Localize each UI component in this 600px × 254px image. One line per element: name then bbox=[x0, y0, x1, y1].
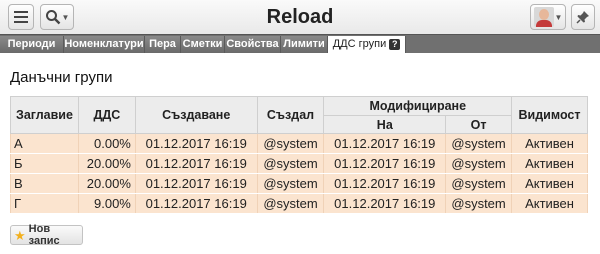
cell-modified-on: 01.12.2017 16:19 bbox=[323, 193, 447, 214]
cell-title[interactable]: Г bbox=[10, 193, 79, 214]
cell-creator[interactable]: @system bbox=[256, 173, 325, 194]
column-header-modified-by[interactable]: От bbox=[445, 115, 513, 134]
tab-properties[interactable]: Свойства bbox=[225, 36, 281, 53]
pin-button[interactable] bbox=[571, 4, 595, 30]
table-row[interactable]: Г 9.00% 01.12.2017 16:19 @system 01.12.2… bbox=[10, 193, 588, 214]
table-row[interactable]: А 0.00% 01.12.2017 16:19 @system 01.12.2… bbox=[10, 133, 588, 154]
cell-modified-on: 01.12.2017 16:19 bbox=[323, 133, 447, 154]
cell-modified-on: 01.12.2017 16:19 bbox=[323, 173, 447, 194]
cell-created: 01.12.2017 16:19 bbox=[134, 153, 258, 174]
cell-created: 01.12.2017 16:19 bbox=[134, 173, 258, 194]
tab-limits[interactable]: Лимити bbox=[281, 36, 328, 53]
tab-nomenclatures[interactable]: Номенклатури bbox=[64, 36, 145, 53]
new-record-label: Нов запис bbox=[28, 223, 60, 247]
cell-visibility: Активен bbox=[511, 193, 588, 214]
column-header-creator[interactable]: Създал bbox=[256, 96, 325, 134]
column-header-title[interactable]: Заглавие bbox=[10, 96, 79, 134]
cell-vat: 0.00% bbox=[77, 133, 136, 154]
cell-created: 01.12.2017 16:19 bbox=[134, 193, 258, 214]
cell-modified-by[interactable]: @system bbox=[445, 173, 513, 194]
tab-vat-groups-label: ДДС групи bbox=[332, 38, 387, 50]
cell-modified-by[interactable]: @system bbox=[445, 153, 513, 174]
chevron-down-icon: ▼ bbox=[554, 12, 563, 22]
cell-modified-on: 01.12.2017 16:19 bbox=[323, 153, 447, 174]
vat-groups-table: Заглавие ДДС Създаване Създал Модифицира… bbox=[10, 96, 588, 214]
help-icon[interactable]: ? bbox=[389, 39, 401, 50]
cell-visibility: Активен bbox=[511, 173, 588, 194]
table-row[interactable]: Б 20.00% 01.12.2017 16:19 @system 01.12.… bbox=[10, 153, 588, 174]
column-header-visibility[interactable]: Видимост bbox=[511, 96, 588, 134]
tab-periods[interactable]: Периоди bbox=[0, 36, 64, 53]
cell-created: 01.12.2017 16:19 bbox=[134, 133, 258, 154]
cell-vat: 20.00% bbox=[77, 173, 136, 194]
tab-accounts[interactable]: Сметки bbox=[181, 36, 225, 53]
column-header-created[interactable]: Създаване bbox=[134, 96, 258, 134]
cell-creator[interactable]: @system bbox=[256, 193, 325, 214]
cell-title[interactable]: Б bbox=[10, 153, 79, 174]
cell-creator[interactable]: @system bbox=[256, 133, 325, 154]
cell-title[interactable]: В bbox=[10, 173, 79, 194]
cell-visibility: Активен bbox=[511, 133, 588, 154]
cell-visibility: Активен bbox=[511, 153, 588, 174]
column-header-vat[interactable]: ДДС bbox=[77, 96, 136, 134]
tab-items[interactable]: Пера bbox=[145, 36, 181, 53]
pin-icon bbox=[576, 11, 589, 24]
cell-title[interactable]: А bbox=[10, 133, 79, 154]
page-title: Данъчни групи bbox=[10, 69, 113, 86]
user-menu-button[interactable]: ▼ bbox=[530, 4, 566, 30]
new-record-button[interactable]: ★ Нов запис bbox=[10, 223, 83, 247]
star-icon: ★ bbox=[14, 227, 26, 243]
column-header-modified: Модифициране bbox=[323, 96, 513, 116]
tab-vat-groups[interactable]: ДДС групи? bbox=[328, 36, 406, 53]
tab-bar: Периоди Номенклатури Пера Сметки Свойств… bbox=[0, 34, 600, 53]
avatar bbox=[533, 7, 554, 27]
top-bar: ▼ Reload ▼ bbox=[0, 0, 600, 34]
cell-modified-by[interactable]: @system bbox=[445, 193, 513, 214]
column-header-modified-on[interactable]: На bbox=[323, 115, 447, 134]
cell-modified-by[interactable]: @system bbox=[445, 133, 513, 154]
app-title: Reload bbox=[266, 6, 334, 28]
table-row[interactable]: В 20.00% 01.12.2017 16:19 @system 01.12.… bbox=[10, 173, 588, 194]
cell-creator[interactable]: @system bbox=[256, 153, 325, 174]
cell-vat: 20.00% bbox=[77, 153, 136, 174]
cell-vat: 9.00% bbox=[77, 193, 136, 214]
